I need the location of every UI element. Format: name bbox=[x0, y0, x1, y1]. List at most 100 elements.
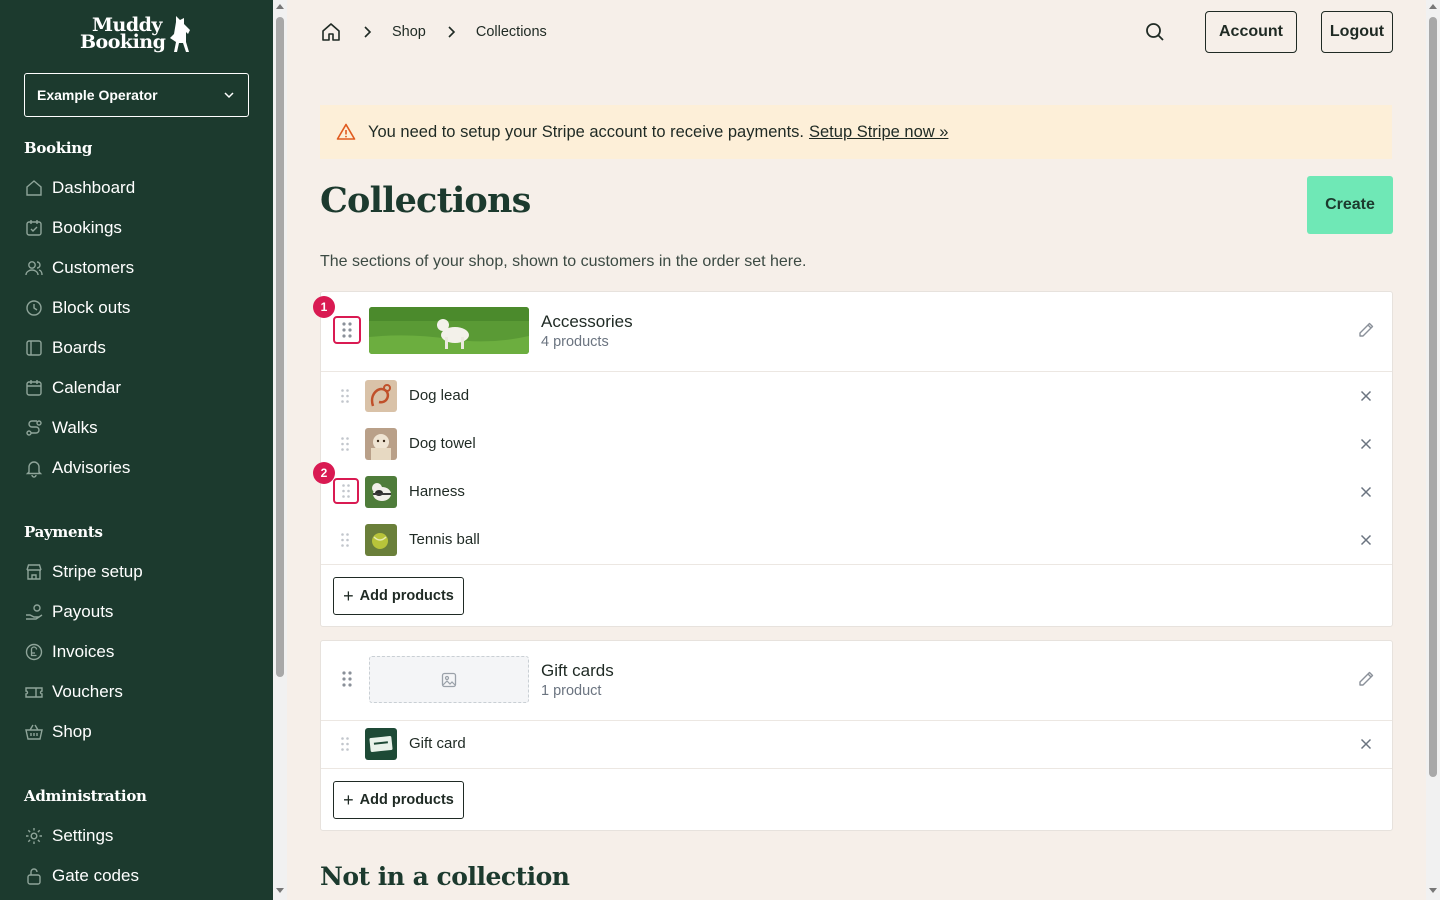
product-drag-handle[interactable] bbox=[333, 478, 359, 504]
sidebar-item-invoices[interactable]: Invoices bbox=[24, 638, 114, 666]
gear-icon bbox=[24, 826, 44, 846]
collection-drag-handle[interactable] bbox=[333, 316, 361, 344]
sidebar-item-shop[interactable]: Shop bbox=[24, 718, 92, 746]
product-row: Tennis ball bbox=[321, 516, 1392, 564]
remove-product-button[interactable] bbox=[1356, 434, 1376, 454]
calendar-check-icon bbox=[24, 218, 44, 238]
create-button[interactable]: Create bbox=[1307, 176, 1393, 234]
collection-name: Gift cards bbox=[541, 661, 614, 680]
marker-badge: 1 bbox=[313, 296, 335, 318]
product-image bbox=[365, 380, 397, 412]
bell-icon bbox=[24, 458, 44, 478]
sidebar-scrollbar-thumb[interactable] bbox=[276, 17, 284, 677]
sidebar-item-label: Customers bbox=[52, 258, 135, 277]
search-button[interactable] bbox=[1143, 20, 1167, 44]
plus-icon: + bbox=[343, 790, 354, 810]
breadcrumb-shop[interactable]: Shop bbox=[392, 24, 426, 40]
product-drag-handle[interactable] bbox=[331, 730, 359, 758]
main-scrollbar[interactable] bbox=[1426, 0, 1440, 900]
store-icon bbox=[24, 562, 44, 582]
scroll-up-arrow-icon[interactable] bbox=[1429, 4, 1437, 9]
home-icon[interactable] bbox=[320, 21, 342, 43]
drag-handle-icon bbox=[342, 484, 350, 498]
product-image bbox=[365, 728, 397, 760]
product-row: Dog lead bbox=[321, 372, 1392, 420]
sidebar-item-bookings[interactable]: Bookings bbox=[24, 214, 122, 242]
product-image bbox=[365, 476, 397, 508]
sidebar-item-vouchers[interactable]: Vouchers bbox=[24, 678, 123, 706]
marker-badge: 2 bbox=[313, 462, 335, 484]
alert-message: You need to setup your Stripe account to… bbox=[368, 122, 804, 141]
chevron-right-icon bbox=[362, 26, 372, 38]
remove-product-button[interactable] bbox=[1356, 386, 1376, 406]
product-drag-handle[interactable] bbox=[331, 526, 359, 554]
sidebar-section-booking: Booking bbox=[24, 139, 93, 157]
collection-product-count: 1 product bbox=[541, 683, 602, 699]
remove-product-button[interactable] bbox=[1356, 482, 1376, 502]
remove-product-button[interactable] bbox=[1356, 530, 1376, 550]
sidebar-item-advisories[interactable]: Advisories bbox=[24, 454, 130, 482]
drag-handle-icon bbox=[341, 389, 349, 403]
collection-image-placeholder[interactable] bbox=[369, 656, 529, 703]
product-name: Dog towel bbox=[409, 435, 476, 452]
product-row: Dog towel bbox=[321, 420, 1392, 468]
product-drag-handle[interactable] bbox=[331, 382, 359, 410]
operator-select[interactable]: Example Operator bbox=[24, 73, 249, 117]
sidebar-item-stripe-setup[interactable]: Stripe setup bbox=[24, 558, 143, 586]
warning-triangle-icon bbox=[336, 123, 356, 140]
sidebar-item-payouts[interactable]: Payouts bbox=[24, 598, 113, 626]
breadcrumb: Shop Collections bbox=[320, 20, 547, 44]
add-products-area: + Add products bbox=[321, 768, 1392, 830]
pound-icon bbox=[24, 642, 44, 662]
scroll-up-arrow-icon[interactable] bbox=[276, 4, 284, 9]
collection-image bbox=[369, 307, 529, 354]
pencil-icon bbox=[1359, 671, 1374, 686]
sidebar-item-label: Payouts bbox=[52, 602, 114, 621]
edit-collection-button[interactable] bbox=[1356, 669, 1376, 689]
scroll-down-arrow-icon[interactable] bbox=[276, 888, 284, 893]
drag-handle-icon bbox=[341, 437, 349, 451]
collection-drag-handle[interactable] bbox=[333, 665, 361, 693]
sidebar-item-label: Advisories bbox=[52, 458, 131, 477]
sidebar-item-calendar[interactable]: Calendar bbox=[24, 374, 121, 402]
add-products-label: Add products bbox=[359, 588, 454, 604]
not-in-collection-heading: Not in a collection bbox=[320, 862, 570, 891]
scroll-down-arrow-icon[interactable] bbox=[1429, 888, 1437, 893]
page-title: Collections bbox=[320, 180, 531, 221]
sidebar-item-label: Shop bbox=[52, 722, 92, 741]
sidebar-section-administration: Administration bbox=[24, 787, 147, 805]
sidebar-scrollbar[interactable] bbox=[273, 0, 287, 900]
remove-product-button[interactable] bbox=[1356, 734, 1376, 754]
sidebar-item-block-outs[interactable]: Block outs bbox=[24, 294, 130, 322]
sidebar-item-gate-codes[interactable]: Gate codes bbox=[24, 862, 139, 890]
drag-handle-icon bbox=[342, 671, 352, 687]
collection-header: Gift cards 1 product bbox=[321, 641, 1392, 721]
sidebar-item-customers[interactable]: Customers bbox=[24, 254, 134, 282]
sidebar-item-dashboard[interactable]: Dashboard bbox=[24, 174, 135, 202]
product-image bbox=[365, 524, 397, 556]
brand-logo[interactable]: Muddy Booking bbox=[80, 14, 196, 56]
drag-handle-icon bbox=[341, 737, 349, 751]
product-drag-handle[interactable] bbox=[331, 430, 359, 458]
add-products-button[interactable]: + Add products bbox=[333, 781, 464, 819]
brand-line-2: Booking bbox=[80, 31, 166, 53]
sidebar: Muddy Booking Example Operator Booking D… bbox=[0, 0, 273, 900]
sidebar-item-walks[interactable]: Walks bbox=[24, 414, 98, 442]
sidebar-item-settings[interactable]: Settings bbox=[24, 822, 113, 850]
setup-stripe-link[interactable]: Setup Stripe now » bbox=[809, 123, 948, 142]
add-products-button[interactable]: + Add products bbox=[333, 577, 464, 615]
sidebar-item-boards[interactable]: Boards bbox=[24, 334, 106, 362]
dog-logo-icon bbox=[170, 16, 190, 52]
breadcrumb-collections[interactable]: Collections bbox=[476, 24, 547, 40]
close-icon bbox=[1360, 390, 1372, 402]
sidebar-item-label: Settings bbox=[52, 826, 114, 845]
chevron-right-icon bbox=[446, 26, 456, 38]
account-button[interactable]: Account bbox=[1205, 11, 1297, 53]
product-row: Gift card bbox=[321, 720, 1392, 768]
edit-collection-button[interactable] bbox=[1356, 320, 1376, 340]
product-row: 2 Harness bbox=[313, 462, 1392, 516]
close-icon bbox=[1360, 486, 1372, 498]
logout-button[interactable]: Logout bbox=[1321, 11, 1393, 53]
main-scrollbar-thumb[interactable] bbox=[1429, 17, 1437, 777]
sidebar-item-label: Calendar bbox=[52, 378, 121, 397]
